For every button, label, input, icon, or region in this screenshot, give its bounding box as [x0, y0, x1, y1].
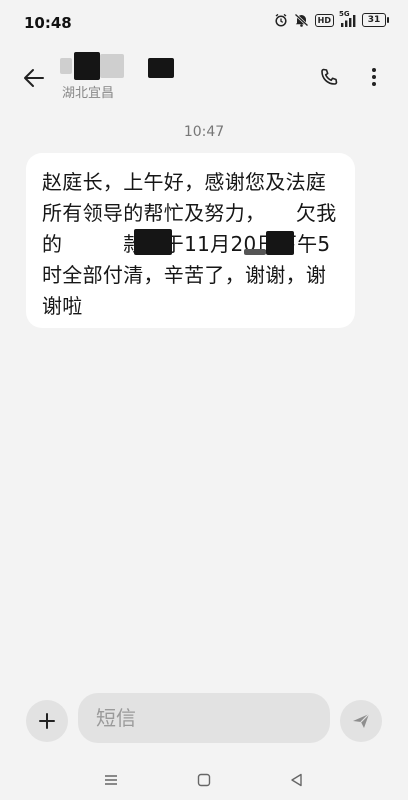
signal-icon: 5G	[339, 10, 356, 27]
arrow-left-icon	[24, 69, 44, 87]
conversation-header: 湖北宜昌	[0, 46, 408, 108]
home-icon	[197, 773, 211, 787]
system-navigation-bar	[0, 760, 408, 800]
more-vertical-icon	[372, 68, 376, 86]
mute-icon	[294, 13, 309, 27]
back-triangle-icon	[291, 773, 302, 787]
home-button[interactable]	[189, 768, 219, 792]
network-label: 5G	[339, 9, 350, 18]
message-bubble[interactable]: 赵庭长，上午好，感谢您及法庭所有领导的帮忙及努力， 欠我的 款已于11月20日下…	[26, 153, 355, 328]
redaction-block	[266, 231, 294, 255]
nav-back-button[interactable]	[282, 768, 312, 792]
call-button[interactable]	[312, 60, 346, 94]
alarm-icon	[274, 13, 288, 27]
battery-icon: 31	[362, 13, 389, 27]
back-button[interactable]	[14, 58, 54, 98]
hd-badge: HD	[314, 13, 334, 27]
more-options-button[interactable]	[360, 60, 388, 94]
status-time: 10:48	[24, 14, 72, 32]
contact-name-redacted	[60, 52, 200, 80]
message-timestamp: 10:47	[183, 124, 225, 140]
contact-region: 湖北宜昌	[62, 86, 115, 101]
redaction-block	[134, 229, 172, 255]
message-text: 赵庭长，上午好，感谢您及法庭所有领导的帮忙及努力， 欠我的 款已于11月20日下…	[42, 170, 337, 318]
send-button[interactable]	[340, 700, 382, 742]
recents-icon	[105, 775, 117, 785]
composer	[0, 680, 408, 758]
redaction-block	[244, 249, 266, 255]
status-icons: HD 5G 31	[274, 10, 389, 27]
send-icon	[353, 713, 370, 728]
sms-input[interactable]	[78, 693, 330, 743]
status-bar: 10:48 HD 5G 31	[0, 0, 408, 44]
recents-button[interactable]	[96, 768, 126, 792]
add-attachment-button[interactable]	[26, 700, 68, 742]
phone-icon	[321, 68, 338, 85]
plus-icon	[39, 713, 55, 729]
